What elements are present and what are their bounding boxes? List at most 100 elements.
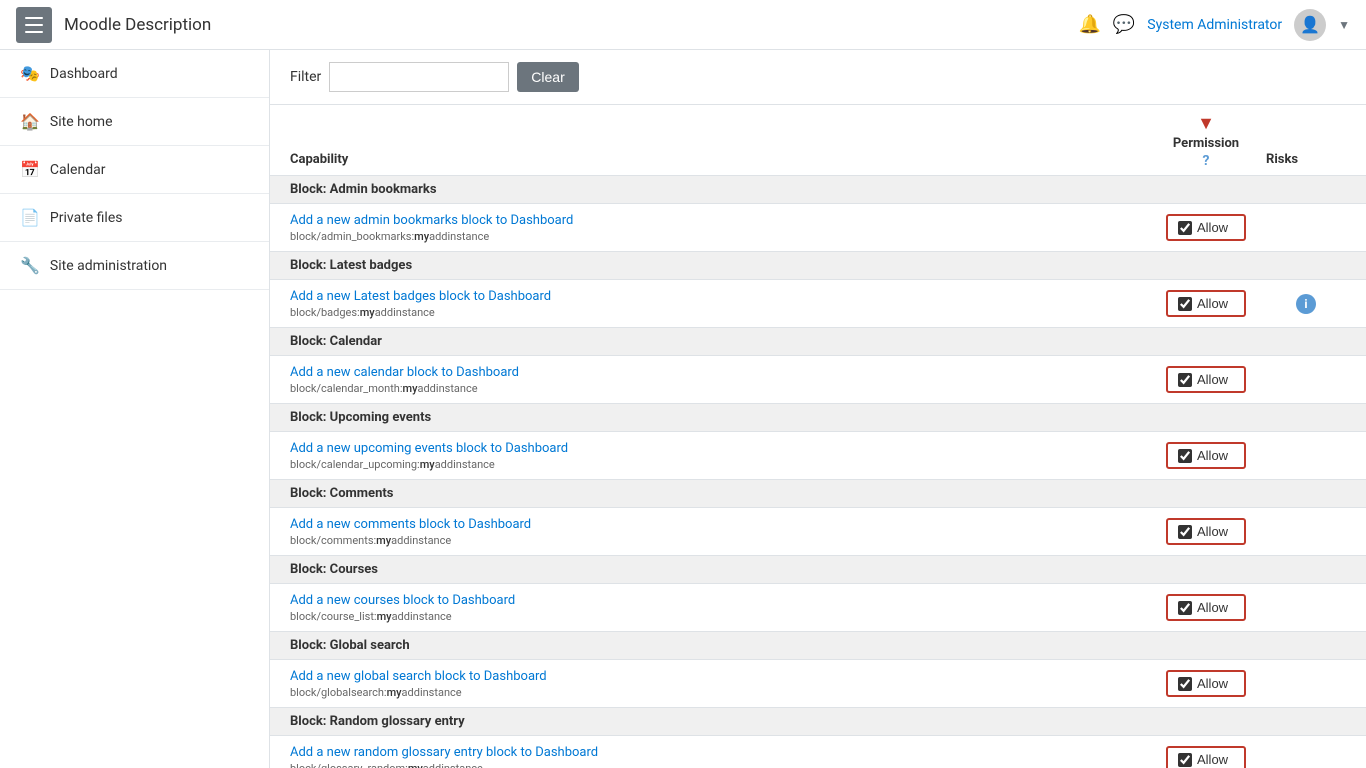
permission-help-icon[interactable]: ? [1203,153,1210,169]
block-header-comments: Block: Comments [270,480,1366,508]
capability-row: Add a new admin bookmarks block to Dashb… [270,204,1366,252]
sidebar-item-private-files[interactable]: 📄 Private files [0,194,269,242]
permission-column-header: ▼ Permission ? [1146,113,1266,169]
sidebar-item-calendar[interactable]: 📅 Calendar [0,146,269,194]
capability-link[interactable]: Add a new calendar block to Dashboard [290,365,519,380]
permission-cell: Allow [1146,366,1266,393]
layout: 🎭 Dashboard 🏠 Site home 📅 Calendar 📄 Pri… [0,50,1366,768]
chat-icon[interactable]: 💬 [1113,14,1135,35]
main-content: Filter Clear Capability ▼ Permission ? R… [270,50,1366,768]
capability-info: Add a new admin bookmarks block to Dashb… [290,212,1146,243]
username-link[interactable]: System Administrator [1147,17,1282,33]
allow-label: Allow [1197,220,1228,235]
capability-info: Add a new courses block to Dashboard bloc… [290,592,1146,623]
sidebar: 🎭 Dashboard 🏠 Site home 📅 Calendar 📄 Pri… [0,50,270,768]
topnav-right: 🔔 💬 System Administrator 👤 ▼ [1078,9,1350,41]
sort-arrow-icon: ▼ [1197,113,1215,134]
capability-code: block/comments:myaddinstance [290,534,1146,547]
user-menu-caret[interactable]: ▼ [1338,18,1350,32]
allow-label: Allow [1197,752,1228,767]
permission-cell: Allow [1146,290,1266,317]
table-header: Capability ▼ Permission ? Risks [270,105,1366,176]
allow-button[interactable]: Allow [1166,670,1246,697]
sidebar-item-label: Dashboard [50,66,118,82]
capability-link[interactable]: Add a new courses block to Dashboard [290,593,515,608]
sidebar-item-label: Site administration [50,258,167,274]
allow-button[interactable]: Allow [1166,366,1246,393]
calendar-icon: 📅 [20,160,40,179]
block-header-latest-badges: Block: Latest badges [270,252,1366,280]
capability-code: block/calendar_upcoming:myaddinstance [290,458,1146,471]
capability-link[interactable]: Add a new global search block to Dashboa… [290,669,547,684]
capability-info: Add a new comments block to Dashboard blo… [290,516,1146,547]
permission-cell: Allow [1146,442,1266,469]
block-header-admin-bookmarks: Block: Admin bookmarks [270,176,1366,204]
allow-checkbox[interactable] [1178,449,1192,463]
sidebar-item-label: Private files [50,210,123,226]
sidebar-item-site-home[interactable]: 🏠 Site home [0,98,269,146]
capability-link[interactable]: Add a new admin bookmarks block to Dashb… [290,213,573,228]
allow-button[interactable]: Allow [1166,442,1246,469]
block-header-random-glossary: Block: Random glossary entry [270,708,1366,736]
allow-button[interactable]: Allow [1166,518,1246,545]
allow-checkbox[interactable] [1178,373,1192,387]
capability-link[interactable]: Add a new upcoming events block to Dashb… [290,441,568,456]
filter-label: Filter [290,69,321,85]
allow-checkbox[interactable] [1178,525,1192,539]
capability-row: Add a new Latest badges block to Dashboa… [270,280,1366,328]
permission-cell: Allow [1146,518,1266,545]
block-header-courses: Block: Courses [270,556,1366,584]
permission-cell: Allow [1146,746,1266,768]
capability-row: Add a new upcoming events block to Dashb… [270,432,1366,480]
allow-label: Allow [1197,372,1228,387]
risk-cell: i [1266,294,1346,314]
capability-row: Add a new calendar block to Dashboard blo… [270,356,1366,404]
allow-label: Allow [1197,524,1228,539]
allow-checkbox[interactable] [1178,677,1192,691]
clear-filter-button[interactable]: Clear [517,62,578,92]
allow-button[interactable]: Allow [1166,594,1246,621]
sidebar-item-site-administration[interactable]: 🔧 Site administration [0,242,269,290]
sidebar-item-label: Site home [50,114,113,130]
capability-info: Add a new global search block to Dashboa… [290,668,1146,699]
filter-input[interactable] [329,62,509,92]
allow-label: Allow [1197,600,1228,615]
capability-info: Add a new Latest badges block to Dashboa… [290,288,1146,319]
capability-link[interactable]: Add a new comments block to Dashboard [290,517,531,532]
allow-label: Allow [1197,296,1228,311]
permission-cell: Allow [1146,670,1266,697]
wrench-icon: 🔧 [20,256,40,275]
risks-column-header: Risks [1266,152,1346,169]
hamburger-button[interactable] [16,7,52,43]
sidebar-item-dashboard[interactable]: 🎭 Dashboard [0,50,269,98]
permission-cell: Allow [1146,214,1266,241]
home-icon: 🏠 [20,112,40,131]
capability-column-header: Capability [290,152,1146,169]
sidebar-item-label: Calendar [50,162,106,178]
block-header-calendar: Block: Calendar [270,328,1366,356]
capability-row: Add a new comments block to Dashboard blo… [270,508,1366,556]
file-icon: 📄 [20,208,40,227]
bell-icon[interactable]: 🔔 [1078,14,1100,35]
capability-link[interactable]: Add a new random glossary entry block to… [290,745,598,760]
capability-info: Add a new calendar block to Dashboard blo… [290,364,1146,395]
allow-checkbox[interactable] [1178,297,1192,311]
allow-checkbox[interactable] [1178,221,1192,235]
allow-label: Allow [1197,448,1228,463]
risk-info-icon[interactable]: i [1296,294,1316,314]
avatar[interactable]: 👤 [1294,9,1326,41]
blocks-container: Block: Admin bookmarks Add a new admin bo… [270,176,1366,768]
allow-checkbox[interactable] [1178,601,1192,615]
filter-bar: Filter Clear [270,50,1366,105]
capability-link[interactable]: Add a new Latest badges block to Dashboa… [290,289,551,304]
allow-button[interactable]: Allow [1166,214,1246,241]
allow-checkbox[interactable] [1178,753,1192,767]
allow-button[interactable]: Allow [1166,290,1246,317]
capability-code: block/badges:myaddinstance [290,306,1146,319]
capability-row: Add a new courses block to Dashboard bloc… [270,584,1366,632]
capability-code: block/course_list:myaddinstance [290,610,1146,623]
block-header-global-search: Block: Global search [270,632,1366,660]
capability-code: block/calendar_month:myaddinstance [290,382,1146,395]
allow-button[interactable]: Allow [1166,746,1246,768]
capability-row: Add a new global search block to Dashboa… [270,660,1366,708]
